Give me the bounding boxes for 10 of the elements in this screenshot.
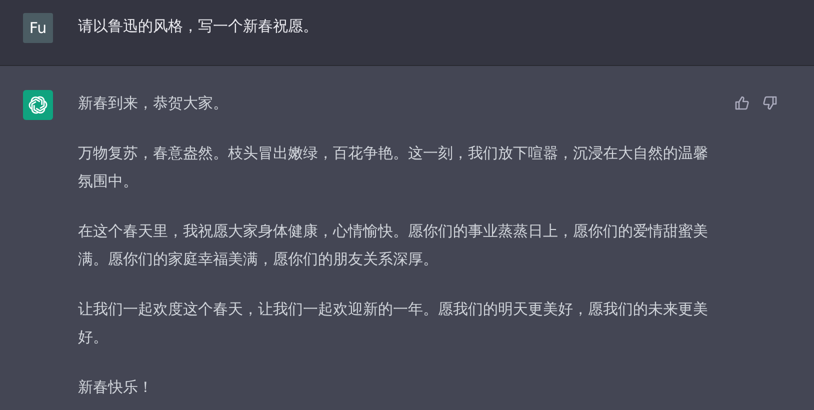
assistant-message-paragraph: 新春快乐！: [78, 377, 154, 398]
assistant-message-paragraph: 在这个春天里，我祝愿大家身体健康，心情愉快。愿你们的事业蒸蒸日上，愿你们的爱情甜蜜美满。愿你们的家庭幸福美满，愿你们的朋友关系深厚。: [78, 221, 709, 270]
assistant-message-paragraph: 新春到来，恭贺大家。: [78, 93, 229, 114]
assistant-message-paragraph: 让我们一起欢度这个春天，让我们一起欢迎新的一年。愿我们的明天更美好，愿我们的未来更美好。: [78, 299, 709, 348]
user-message-text: 请以鲁迅的风格，写一个新春祝愿。: [78, 16, 318, 37]
thumbs-down-icon[interactable]: [762, 95, 778, 111]
assistant-message-paragraph: 万物复苏，春意盎然。枝头冒出嫩绿，百花争艳。这一刻，我们放下喧嚣，沉浸在大自然的温馨氛围中。: [78, 143, 709, 192]
assistant-logo-icon: [23, 90, 53, 120]
thumbs-up-icon[interactable]: [734, 95, 750, 111]
user-avatar: Fu: [23, 13, 53, 43]
